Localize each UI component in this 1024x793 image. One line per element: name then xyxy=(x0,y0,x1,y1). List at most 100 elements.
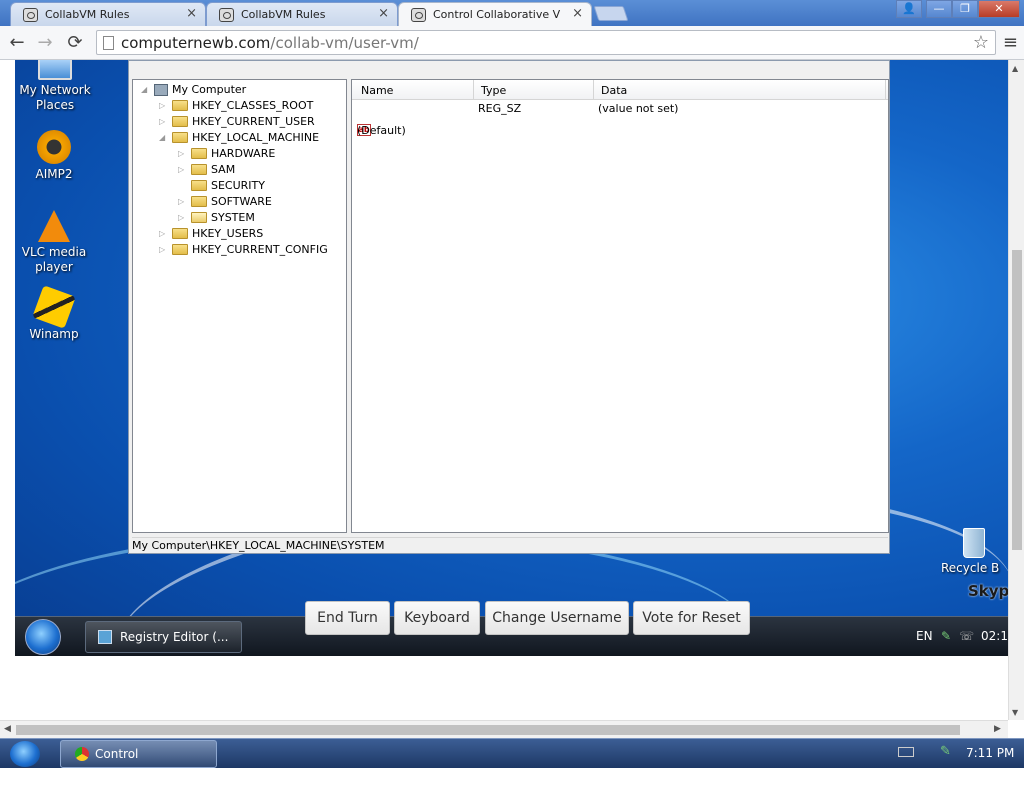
language-indicator[interactable]: EN xyxy=(916,629,933,643)
taskbar-item-registry-editor[interactable]: Registry Editor (... xyxy=(85,621,242,653)
column-header-data[interactable]: Data xyxy=(601,84,627,97)
tree-node-hkcc[interactable]: ▷ HKEY_CURRENT_CONFIG xyxy=(159,242,328,258)
vm-clock[interactable]: 02:1 xyxy=(981,629,1008,643)
expand-icon[interactable]: ▷ xyxy=(159,114,169,130)
bookmark-star-icon[interactable]: ☆ xyxy=(973,32,989,53)
browser-tab-strip: CollabVM Rules × CollabVM Rules × Contro… xyxy=(0,0,1024,26)
tree-node-hku[interactable]: ▷ HKEY_USERS xyxy=(159,226,263,242)
restore-button[interactable]: ❐ xyxy=(952,0,978,18)
network-tray-icon[interactable]: ✎ xyxy=(940,744,951,759)
end-turn-button[interactable]: End Turn xyxy=(305,601,390,635)
volume-icon[interactable]: ☏ xyxy=(959,629,974,643)
new-tab-button[interactable] xyxy=(593,6,629,21)
network-places-icon xyxy=(38,60,72,80)
tree-node-my-computer[interactable]: ◢ My Computer xyxy=(141,82,246,98)
desktop-icon-my-network-places[interactable]: My Network Places xyxy=(15,60,100,113)
url-text: computernewb.com/collab-vm/user-vm/ xyxy=(121,34,419,52)
expand-icon[interactable]: ◢ xyxy=(141,82,151,98)
browser-toolbar: ← → ⟳ computernewb.com/collab-vm/user-vm… xyxy=(0,26,1024,60)
expand-icon[interactable]: ▷ xyxy=(159,98,169,114)
tab-close-icon[interactable]: × xyxy=(186,6,197,21)
scroll-up-icon[interactable]: ▲ xyxy=(1012,64,1018,73)
expand-icon[interactable]: ▷ xyxy=(178,162,188,178)
scroll-thumb[interactable] xyxy=(1012,250,1022,550)
keyboard-button[interactable]: Keyboard xyxy=(394,601,480,635)
column-header-type[interactable]: Type xyxy=(481,84,506,97)
tree-node-software[interactable]: ▷ SOFTWARE xyxy=(178,194,272,210)
expand-icon[interactable]: ▷ xyxy=(178,194,188,210)
list-header: Name Type Data xyxy=(352,80,888,100)
tab-title: CollabVM Rules xyxy=(45,8,130,21)
tree-label: HKEY_USERS xyxy=(192,227,264,240)
url-path: /collab-vm/user-vm/ xyxy=(270,34,419,52)
tree-node-sam[interactable]: ▷ SAM xyxy=(178,162,235,178)
reload-icon[interactable]: ⟳ xyxy=(64,32,86,54)
desktop-icon-winamp[interactable]: Winamp xyxy=(15,285,99,342)
tab-control-collaborative[interactable]: Control Collaborative V × xyxy=(398,2,592,26)
registry-editor-window: ◢ My Computer ▷ HKEY_CLASSES_ROOT ▷ HKEY_CU… xyxy=(128,60,890,554)
desktop-icon-vlc[interactable]: VLC media player xyxy=(15,210,99,275)
tab-close-icon[interactable]: × xyxy=(378,6,389,21)
vertical-scrollbar[interactable]: ▲ ▼ xyxy=(1008,60,1024,720)
address-bar[interactable]: computernewb.com/collab-vm/user-vm/ ☆ xyxy=(96,30,996,55)
tree-label: SECURITY xyxy=(211,179,265,192)
expand-icon[interactable]: ▷ xyxy=(159,226,169,242)
scroll-down-icon[interactable]: ▼ xyxy=(1012,708,1018,717)
tree-label: HARDWARE xyxy=(211,147,276,160)
registry-tree: ◢ My Computer ▷ HKEY_CLASSES_ROOT ▷ HKEY_CU… xyxy=(132,79,347,533)
folder-icon xyxy=(172,228,188,239)
folder-icon xyxy=(172,244,188,255)
host-start-button[interactable] xyxy=(10,741,40,767)
folder-icon xyxy=(191,148,207,159)
expand-icon[interactable]: ▷ xyxy=(178,210,188,226)
desktop-icon-aimp2[interactable]: AIMP2 xyxy=(15,130,99,182)
tab-close-icon[interactable]: × xyxy=(572,6,583,21)
network-icon[interactable]: ✎ xyxy=(941,629,951,643)
desktop-icon-label: My Network Places xyxy=(19,83,91,112)
forward-icon[interactable]: → xyxy=(34,32,56,54)
tab-collabvm-rules-2[interactable]: CollabVM Rules × xyxy=(206,2,398,26)
tree-node-hkcu[interactable]: ▷ HKEY_CURRENT_USER xyxy=(159,114,315,130)
regedit-icon xyxy=(98,630,112,644)
back-icon[interactable]: ← xyxy=(6,32,28,54)
scroll-right-icon[interactable]: ▶ xyxy=(994,724,1001,734)
chrome-menu-icon[interactable]: ≡ xyxy=(1003,32,1018,53)
keyboard-tray-icon[interactable] xyxy=(898,747,914,757)
aimp2-icon xyxy=(37,130,71,164)
skype-icon-text: Skyp xyxy=(968,582,1008,600)
tab-title: Control Collaborative V xyxy=(433,8,561,21)
tree-node-hkcr[interactable]: ▷ HKEY_CLASSES_ROOT xyxy=(159,98,313,114)
tree-node-system[interactable]: ▷ SYSTEM xyxy=(178,210,255,226)
taskbar-item-chrome[interactable]: Control Collaborati... xyxy=(60,740,217,787)
tree-node-security[interactable]: SECURITY xyxy=(178,178,265,194)
status-bar: My Computer\HKEY_LOCAL_MACHINE\SYSTEM xyxy=(132,537,888,553)
desktop-icon-recycle-bin[interactable]: Recycle B xyxy=(941,528,1008,576)
tree-label: HKEY_CURRENT_CONFIG xyxy=(192,243,328,256)
collapse-icon[interactable]: ◢ xyxy=(159,130,169,146)
expand-icon[interactable]: ▷ xyxy=(159,242,169,258)
host-taskbar: Control Collaborati... ✎ 7:11 PM xyxy=(0,738,1024,787)
horizontal-scrollbar[interactable]: ◀ ▶ xyxy=(0,720,1008,738)
column-header-name[interactable]: Name xyxy=(361,84,393,97)
tree-node-hklm[interactable]: ◢ HKEY_LOCAL_MACHINE xyxy=(159,130,319,146)
vm-screen[interactable]: My Network Places AIMP2 VLC media player… xyxy=(15,60,1008,656)
tree-node-hardware[interactable]: ▷ HARDWARE xyxy=(178,146,275,162)
tree-label: SAM xyxy=(211,163,236,176)
scroll-left-icon[interactable]: ◀ xyxy=(4,724,11,734)
winamp-icon xyxy=(32,285,76,329)
tab-collabvm-rules-1[interactable]: CollabVM Rules × xyxy=(10,2,206,26)
host-clock[interactable]: 7:11 PM xyxy=(966,746,1014,760)
tree-label: HKEY_CLASSES_ROOT xyxy=(192,99,314,112)
close-window-button[interactable]: ✕ xyxy=(978,0,1020,18)
user-icon[interactable]: 👤 xyxy=(896,0,922,18)
favicon-icon xyxy=(411,8,426,22)
desktop-icon-label: VLC media player xyxy=(21,245,87,274)
vm-start-button[interactable] xyxy=(25,619,61,655)
scroll-thumb[interactable] xyxy=(16,725,960,735)
minimize-button[interactable]: — xyxy=(926,0,952,18)
vlc-cone-icon xyxy=(38,210,70,242)
expand-icon[interactable]: ▷ xyxy=(178,146,188,162)
vote-for-reset-button[interactable]: Vote for Reset xyxy=(633,601,750,635)
change-username-button[interactable]: Change Username xyxy=(485,601,629,635)
folder-icon xyxy=(191,164,207,175)
